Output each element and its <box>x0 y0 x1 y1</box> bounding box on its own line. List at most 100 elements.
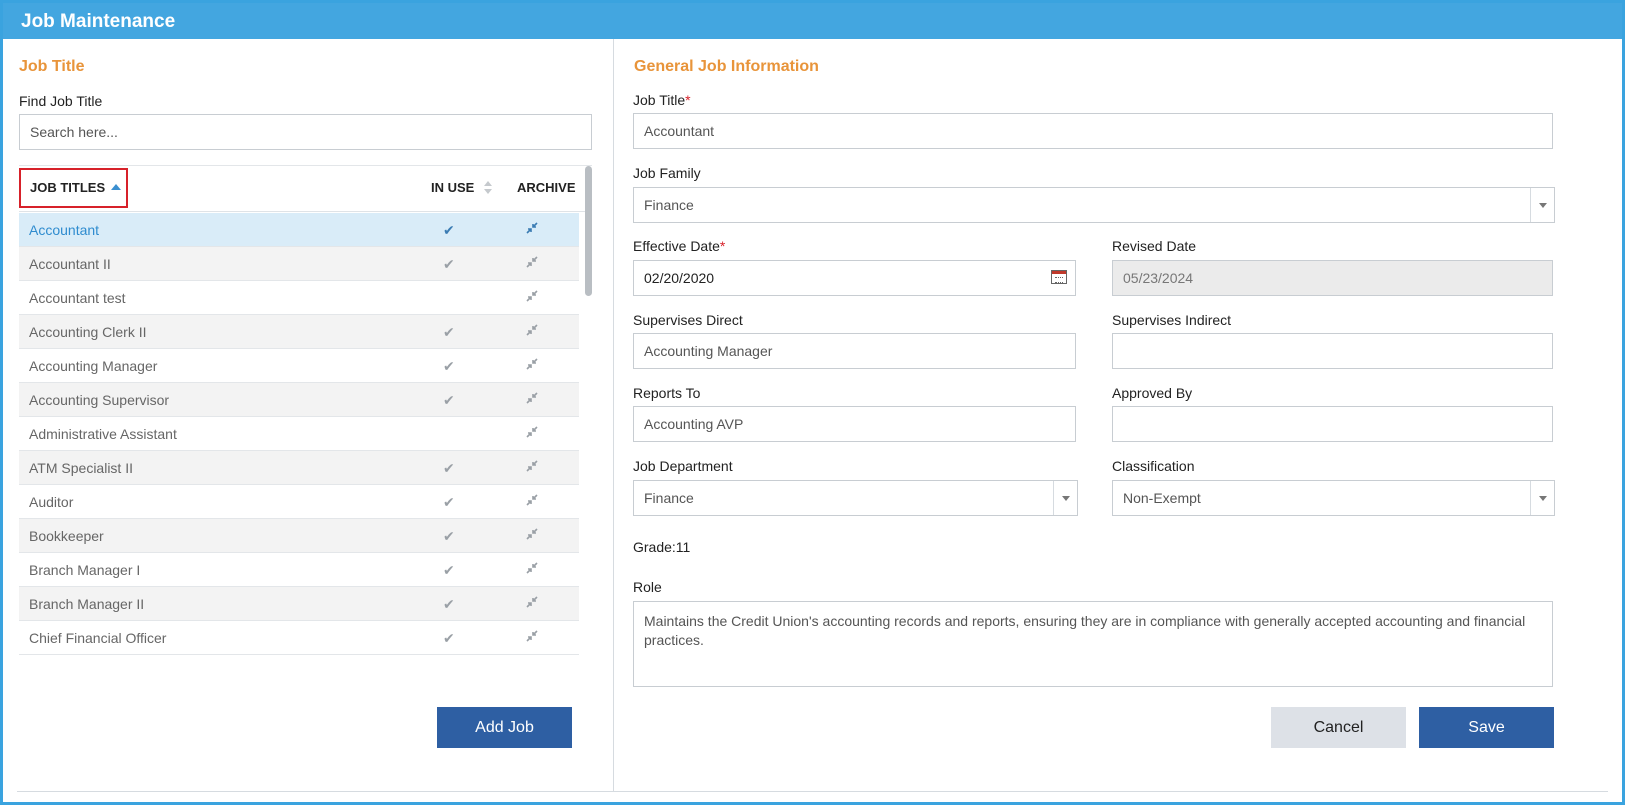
job-title-cell: Accountant II <box>29 256 111 272</box>
archive-compress-icon[interactable] <box>526 324 538 339</box>
required-mark: * <box>685 92 691 108</box>
archive-compress-icon[interactable] <box>526 562 538 577</box>
job-title-section-title: Job Title <box>19 58 85 75</box>
table-row[interactable]: ATM Specialist II ✔ <box>19 451 579 485</box>
job-title-cell: Branch Manager II <box>29 596 145 612</box>
search-input[interactable] <box>19 114 592 150</box>
table-row[interactable]: Accountant test <box>19 281 579 315</box>
job-title-label-text: Job Title <box>633 92 686 108</box>
grid-header: JOB TITLES IN USE ARCHIVE <box>19 166 592 212</box>
calendar-icon[interactable] <box>1051 270 1067 284</box>
column-header-job-titles[interactable]: JOB TITLES <box>19 168 128 208</box>
table-row[interactable]: Bookkeeper ✔ <box>19 519 579 553</box>
save-button[interactable]: Save <box>1419 707 1554 748</box>
classification-select[interactable]: Non-Exempt <box>1112 480 1555 516</box>
panel-divider <box>613 39 614 792</box>
check-icon: ✔ <box>443 494 455 510</box>
archive-compress-icon[interactable] <box>526 256 538 271</box>
archive-compress-icon[interactable] <box>526 494 538 509</box>
table-row[interactable]: Branch Manager II ✔ <box>19 587 579 621</box>
supervises-indirect-input[interactable] <box>1112 333 1553 369</box>
job-title-cell: Administrative Assistant <box>29 426 177 442</box>
bottom-divider <box>17 791 1608 792</box>
check-icon: ✔ <box>443 460 455 476</box>
job-title-input[interactable]: Accountant <box>633 113 1553 149</box>
grade-text: Grade:11 <box>633 539 691 555</box>
job-title-label: Job Title* <box>633 92 691 108</box>
supervises-direct-label: Supervises Direct <box>633 312 743 328</box>
table-row[interactable]: Accounting Supervisor ✔ <box>19 383 579 417</box>
job-title-cell: Accountant <box>29 222 100 238</box>
sort-ascending-icon <box>111 184 122 190</box>
table-row[interactable]: Accountant II ✔ <box>19 247 579 281</box>
table-row[interactable]: Accounting Clerk II ✔ <box>19 315 579 349</box>
archive-compress-icon[interactable] <box>526 358 538 373</box>
effective-date-input[interactable]: 02/20/2020 <box>633 260 1076 296</box>
job-maintenance-window: Job Maintenance Job Title Find Job Title… <box>0 0 1625 805</box>
job-family-select[interactable]: Finance <box>633 187 1555 223</box>
check-icon: ✔ <box>443 562 455 578</box>
job-title-cell: Branch Manager I <box>29 562 141 578</box>
chevron-down-icon[interactable] <box>1530 481 1554 515</box>
approved-by-input[interactable] <box>1112 406 1553 442</box>
job-title-cell: Accounting Supervisor <box>29 392 170 408</box>
find-job-title-label: Find Job Title <box>19 93 103 109</box>
archive-compress-icon[interactable] <box>526 392 538 407</box>
supervises-direct-input[interactable]: Accounting Manager <box>633 333 1076 369</box>
effective-date-value: 02/20/2020 <box>644 270 715 286</box>
role-label: Role <box>633 579 662 595</box>
job-title-cell: Accounting Manager <box>29 358 158 374</box>
archive-compress-icon[interactable] <box>526 460 538 475</box>
required-mark: * <box>719 238 726 254</box>
check-icon: ✔ <box>443 324 455 340</box>
table-row[interactable]: Accountant ✔ <box>19 213 579 247</box>
sort-icon <box>483 181 492 194</box>
cancel-button[interactable]: Cancel <box>1271 707 1406 748</box>
add-job-button[interactable]: Add Job <box>437 707 572 748</box>
effective-date-label-text: Effective Date <box>633 238 720 254</box>
job-title-cell: Accounting Clerk II <box>29 324 147 340</box>
archive-compress-icon[interactable] <box>526 596 538 611</box>
check-icon: ✔ <box>443 630 455 646</box>
column-header-in-use[interactable]: IN USE <box>431 180 492 195</box>
table-row[interactable]: Accounting Manager ✔ <box>19 349 579 383</box>
column-header-in-use-label: IN USE <box>431 180 475 195</box>
column-header-job-titles-label: JOB TITLES <box>30 180 106 195</box>
job-title-cell: Bookkeeper <box>29 528 104 544</box>
general-job-information-panel: General Job Information Job Title* Accou… <box>633 39 1608 792</box>
chevron-down-icon[interactable] <box>1530 188 1554 222</box>
job-title-cell: Auditor <box>29 494 74 510</box>
archive-compress-icon[interactable] <box>526 630 538 645</box>
check-icon: ✔ <box>443 596 455 612</box>
supervises-indirect-label: Supervises Indirect <box>1112 312 1232 328</box>
job-titles-grid: JOB TITLES IN USE ARCHIVE Accountant ✔ Acc… <box>19 165 592 662</box>
job-title-panel: Job Title Find Job Title JOB TITLES IN U… <box>17 39 592 792</box>
chevron-down-icon[interactable] <box>1053 481 1077 515</box>
check-icon: ✔ <box>443 358 455 374</box>
archive-compress-icon[interactable] <box>526 528 538 543</box>
general-job-information-title: General Job Information <box>634 58 819 75</box>
check-icon: ✔ <box>443 256 455 272</box>
table-row[interactable]: Branch Manager I ✔ <box>19 553 579 587</box>
job-title-cell: Accountant test <box>29 290 126 306</box>
table-row[interactable]: Auditor ✔ <box>19 485 579 519</box>
column-header-archive[interactable]: ARCHIVE <box>517 180 576 195</box>
revised-date-label: Revised Date <box>1112 238 1197 254</box>
approved-by-label: Approved By <box>1112 385 1193 401</box>
archive-compress-icon[interactable] <box>526 222 538 237</box>
check-icon: ✔ <box>443 222 455 238</box>
classification-label: Classification <box>1112 458 1195 474</box>
archive-compress-icon[interactable] <box>526 290 538 305</box>
table-row[interactable]: Administrative Assistant <box>19 417 579 451</box>
window-title: Job Maintenance <box>3 3 1622 39</box>
job-department-select[interactable]: Finance <box>633 480 1078 516</box>
table-row[interactable]: Chief Financial Officer ✔ <box>19 621 579 655</box>
grid-scrollbar[interactable] <box>585 166 592 296</box>
effective-date-label: Effective Date* <box>633 238 725 254</box>
reports-to-label: Reports To <box>633 385 701 401</box>
grid-rows: Accountant ✔ Accountant II ✔ Accountant test… <box>19 213 579 655</box>
reports-to-input[interactable]: Accounting AVP <box>633 406 1076 442</box>
archive-compress-icon[interactable] <box>526 426 538 441</box>
classification-value: Non-Exempt <box>1123 490 1201 506</box>
role-textarea[interactable]: Maintains the Credit Union's accounting … <box>633 601 1553 687</box>
